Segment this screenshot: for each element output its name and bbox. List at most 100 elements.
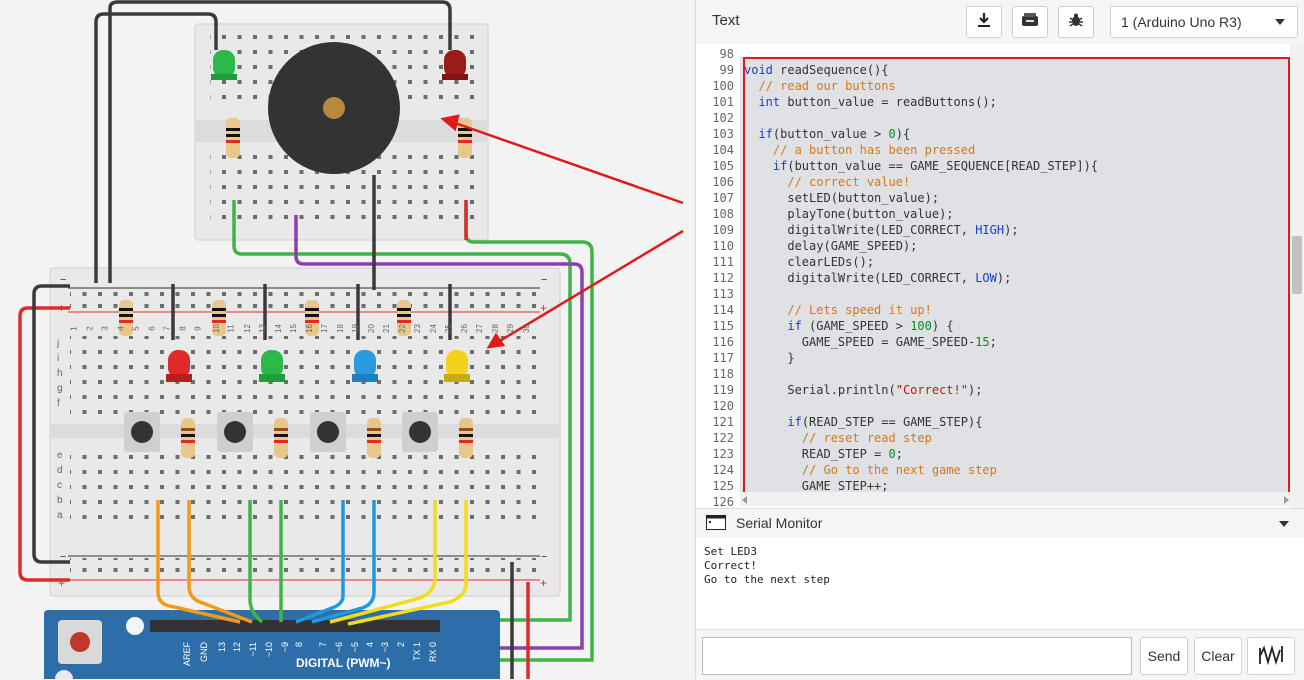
line-number: 122 <box>712 431 734 445</box>
chevron-down-icon <box>1275 19 1285 25</box>
code-line[interactable]: // Go to the next game step <box>744 462 1284 478</box>
pin-13: 13 <box>217 642 227 653</box>
library-icon <box>1021 12 1039 33</box>
serial-output-line: Set LED3 <box>704 545 757 558</box>
column-number: 26 <box>459 324 469 333</box>
column-number: 9 <box>193 326 203 331</box>
code-line[interactable]: // read our buttons <box>744 78 1284 94</box>
column-number: 27 <box>474 324 484 333</box>
led-green <box>259 350 285 382</box>
code-line[interactable] <box>744 398 1284 414</box>
graph-icon <box>1258 644 1284 669</box>
column-number: 11 <box>226 324 236 333</box>
code-line[interactable]: clearLEDs(); <box>744 254 1284 270</box>
serial-output-line: Correct! <box>704 559 757 572</box>
line-number: 104 <box>712 143 734 157</box>
code-line[interactable] <box>744 286 1284 302</box>
column-number: 2 <box>85 326 95 331</box>
code-line[interactable] <box>744 366 1284 382</box>
column-number: 28 <box>490 324 500 333</box>
send-button[interactable]: Send <box>1140 637 1188 675</box>
code-line[interactable]: GAME_SPEED = GAME_SPEED-15; <box>744 334 1284 350</box>
code-toolbar: Text 1 (Arduino Uno R3) <box>696 0 1304 45</box>
code-line[interactable]: Serial.println("Correct!"); <box>744 382 1284 398</box>
row-letter: c <box>57 480 62 491</box>
column-number: 18 <box>335 324 345 333</box>
column-number: 22 <box>397 324 407 333</box>
library-button[interactable] <box>1012 6 1048 38</box>
code-text[interactable]: void readSequence(){ // read our buttons… <box>744 46 1284 508</box>
column-number: 30 <box>521 324 531 333</box>
code-line[interactable]: playTone(button_value); <box>744 206 1284 222</box>
code-line[interactable]: digitalWrite(LED_CORRECT, LOW); <box>744 270 1284 286</box>
line-number: 121 <box>712 415 734 429</box>
column-number: 20 <box>366 324 376 333</box>
line-number: 107 <box>712 191 734 205</box>
column-number: 16 <box>304 324 314 333</box>
row-letters-top: j i h g f <box>57 338 67 413</box>
code-line[interactable]: } <box>744 350 1284 366</box>
scrollbar-thumb[interactable] <box>1292 236 1302 294</box>
line-number-gutter: 98 99 100 101 102 103 104 105 106 107 108 109 110 111… <box>696 46 734 508</box>
row-letters-bottom: e d c b a <box>57 450 67 525</box>
pin-10: ~10 <box>264 642 274 658</box>
top-red-led <box>442 50 468 80</box>
row-letter: b <box>57 495 63 506</box>
column-number: 12 <box>242 324 252 333</box>
pin-5: ~5 <box>350 642 360 653</box>
graph-button[interactable] <box>1247 637 1295 675</box>
row-letter: d <box>57 465 63 476</box>
column-numbers: 1 2 3 4 5 6 7 8 9 10 11 12 13 14 15 16 17 18 19 20 21 22 23 24 2… <box>70 324 542 336</box>
code-editor[interactable]: 98 99 100 101 102 103 104 105 106 107 108 109 110 111… <box>696 44 1304 508</box>
code-line[interactable]: digitalWrite(LED_CORRECT, HIGH); <box>744 222 1284 238</box>
column-number: 4 <box>116 326 126 331</box>
code-line[interactable]: if (GAME_SPEED > 100) { <box>744 318 1284 334</box>
line-number: 111 <box>712 255 734 269</box>
column-number: 8 <box>178 326 188 331</box>
editor-vertical-scrollbar[interactable] <box>1290 44 1304 508</box>
svg-text:−: − <box>541 274 547 286</box>
download-icon <box>976 12 992 33</box>
code-line[interactable]: if(button_value > 0){ <box>744 126 1284 142</box>
editor-horizontal-scrollbar[interactable] <box>740 492 1291 506</box>
code-line[interactable]: READ_STEP = 0; <box>744 446 1284 462</box>
circuit-canvas[interactable]: − + − + − + − + AREF GND 13 12 ~11 ~10 ~… <box>0 0 695 679</box>
device-select-value: 1 (Arduino Uno R3) <box>1121 14 1242 30</box>
code-line[interactable] <box>744 46 1284 62</box>
code-line[interactable]: void readSequence(){ <box>744 62 1284 78</box>
top-green-led <box>211 50 237 80</box>
clear-button[interactable]: Clear <box>1194 637 1242 675</box>
code-line[interactable] <box>744 110 1284 126</box>
code-line[interactable]: // Lets speed it up! <box>744 302 1284 318</box>
serial-monitor-header[interactable]: Serial Monitor <box>696 508 1304 538</box>
code-line[interactable]: // a button has been pressed <box>744 142 1284 158</box>
code-line[interactable]: int button_value = readButtons(); <box>744 94 1284 110</box>
column-number: 13 <box>257 324 267 333</box>
serial-input[interactable] <box>702 637 1132 675</box>
device-select[interactable]: 1 (Arduino Uno R3) <box>1110 6 1298 38</box>
debugger-button[interactable] <box>1058 6 1094 38</box>
scroll-left-icon[interactable] <box>742 496 747 504</box>
line-number: 126 <box>712 495 734 508</box>
line-number: 123 <box>712 447 734 461</box>
scroll-right-icon[interactable] <box>1284 496 1289 504</box>
code-line[interactable]: setLED(button_value); <box>744 190 1284 206</box>
line-number: 120 <box>712 399 734 413</box>
code-line[interactable]: delay(GAME_SPEED); <box>744 238 1284 254</box>
code-line[interactable]: // correct value! <box>744 174 1284 190</box>
mode-label[interactable]: Text <box>712 12 740 29</box>
line-number: 124 <box>712 463 734 477</box>
line-number: 108 <box>712 207 734 221</box>
chevron-down-icon[interactable] <box>1279 521 1289 527</box>
code-line[interactable]: // reset read step <box>744 430 1284 446</box>
column-number: 21 <box>381 324 391 333</box>
line-number: 101 <box>712 95 734 109</box>
digital-label: DIGITAL (PWM~) <box>296 656 391 670</box>
code-line[interactable]: if(button_value == GAME_SEQUENCE[READ_ST… <box>744 158 1284 174</box>
code-line[interactable]: if(READ_STEP == GAME_STEP){ <box>744 414 1284 430</box>
column-number: 7 <box>162 326 172 331</box>
led-blue <box>352 350 378 382</box>
download-button[interactable] <box>966 6 1002 38</box>
row-letter: f <box>57 398 60 409</box>
svg-text:+: + <box>58 576 65 590</box>
